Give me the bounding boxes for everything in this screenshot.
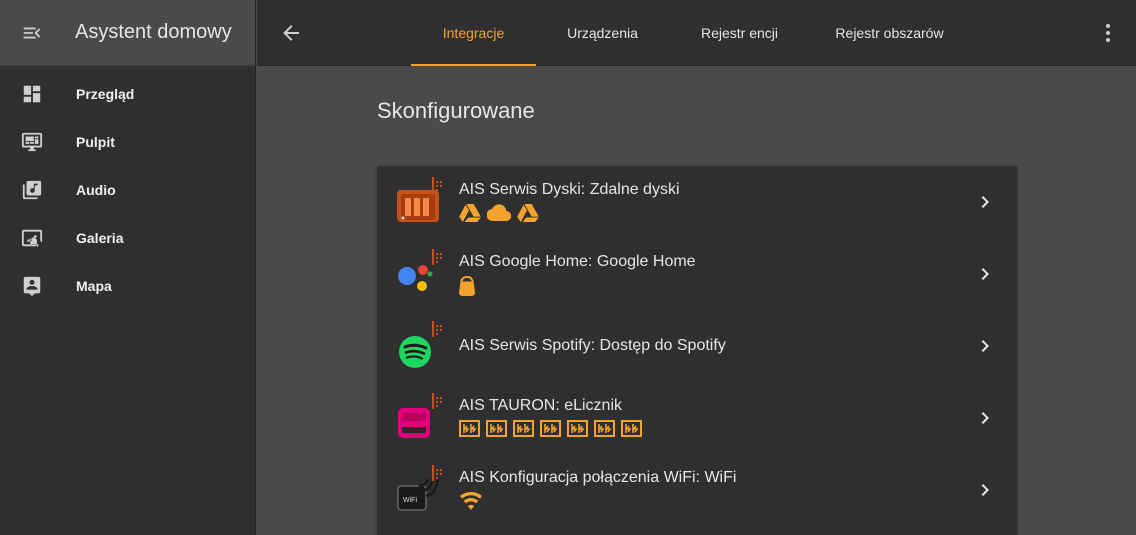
more-options-icon[interactable] — [1096, 21, 1120, 45]
integration-row-wifi[interactable]: WiFi AIS Konfiguracja połączenia WiFi: W… — [377, 454, 1017, 526]
music-library-icon — [22, 180, 42, 200]
ais-badge-icon — [432, 321, 442, 337]
device-icons — [459, 204, 539, 222]
sidebar-item-label: Mapa — [76, 278, 112, 294]
ais-badge-icon — [432, 465, 442, 481]
device-icons — [459, 420, 642, 437]
chevron-right-icon — [981, 196, 989, 208]
sidebar-nav: Przegląd Pulpit Audio Galeria Mapa — [0, 66, 255, 310]
sidebar-item-label: Przegląd — [76, 86, 135, 102]
device-icons — [459, 492, 483, 510]
sidebar-item-audio[interactable]: Audio — [0, 166, 255, 214]
sidebar-item-label: Pulpit — [76, 134, 115, 150]
active-tab-indicator — [411, 64, 536, 66]
tab-label: Integracje — [442, 25, 505, 41]
integration-title: AIS Serwis Spotify: Dostęp do Spotify — [459, 337, 726, 354]
tab-label: Rejestr obszarów — [835, 25, 944, 41]
back-arrow-icon[interactable] — [279, 21, 303, 45]
section-title: Skonfigurowane — [377, 98, 535, 123]
chevron-right-icon — [981, 340, 989, 352]
sidebar-item-pulpit[interactable]: Pulpit — [0, 118, 255, 166]
svg-text:WiFi: WiFi — [403, 497, 417, 504]
meter-icon[interactable] — [621, 420, 642, 437]
sidebar-header: Asystent domowy — [0, 0, 255, 66]
sidebar-item-label: Galeria — [76, 230, 124, 246]
meter-icon[interactable] — [459, 420, 480, 437]
sidebar-item-galeria[interactable]: Galeria — [0, 214, 255, 262]
ais-badge-icon — [432, 249, 442, 265]
integrations-card: AIS Serwis Dyski: Zdalne dyski AIS Googl… — [377, 166, 1017, 535]
top-bar: Integracje Urządzenia Rejestr encji Reje… — [257, 0, 1136, 66]
image-search-icon — [21, 229, 43, 248]
sidebar-item-mapa[interactable]: Mapa — [0, 262, 255, 310]
dashboard-icon — [23, 85, 41, 103]
app-title: Asystent domowy — [75, 21, 232, 43]
device-icons — [459, 276, 475, 296]
cloud-icon[interactable] — [487, 204, 511, 222]
sidebar-item-przeglad[interactable]: Przegląd — [0, 70, 255, 118]
integration-title: AIS Serwis Dyski: Zdalne dyski — [459, 181, 680, 198]
tab-label: Urządzenia — [567, 25, 638, 41]
meter-icon[interactable] — [540, 420, 561, 437]
tab-rejestr-encji[interactable]: Rejestr encji — [677, 0, 802, 66]
integration-row-google-home[interactable]: AIS Google Home: Google Home — [377, 238, 1017, 310]
google-home-speaker-icon[interactable] — [459, 276, 475, 296]
chevron-right-icon — [981, 268, 989, 280]
sidebar-item-label: Audio — [76, 182, 116, 198]
meter-icon[interactable] — [567, 420, 588, 437]
menu-toggle-button[interactable] — [0, 0, 64, 66]
tab-urzadzenia[interactable]: Urządzenia — [540, 0, 665, 66]
tab-integracje[interactable]: Integracje — [411, 0, 536, 66]
tab-rejestr-obszarow[interactable]: Rejestr obszarów — [817, 0, 962, 66]
integration-row-dyski[interactable]: AIS Serwis Dyski: Zdalne dyski — [377, 166, 1017, 238]
integration-title: AIS Konfiguracja połączenia WiFi: WiFi — [459, 469, 737, 486]
google-drive-icon[interactable] — [517, 204, 539, 222]
tab-label: Rejestr encji — [700, 25, 779, 41]
sidebar: Asystent domowy Przegląd Pulpit Audio Ga… — [0, 0, 256, 535]
meter-icon[interactable] — [594, 420, 615, 437]
meter-icon[interactable] — [486, 420, 507, 437]
menu-open-icon — [23, 27, 41, 38]
integration-row-tauron[interactable]: AIS TAURON: eLicznik — [377, 382, 1017, 454]
ais-badge-icon — [432, 393, 442, 409]
account-box-icon — [23, 276, 41, 297]
google-drive-icon[interactable] — [459, 204, 481, 222]
monitor-dashboard-icon — [21, 132, 43, 152]
wifi-icon[interactable] — [459, 492, 483, 510]
chevron-right-icon — [981, 412, 989, 424]
meter-icon[interactable] — [513, 420, 534, 437]
chevron-right-icon — [981, 484, 989, 496]
integration-title: AIS Google Home: Google Home — [459, 253, 696, 270]
integration-title: AIS TAURON: eLicznik — [459, 397, 623, 414]
ais-badge-icon — [432, 177, 442, 193]
integration-row-spotify[interactable]: AIS Serwis Spotify: Dostęp do Spotify — [377, 310, 1017, 382]
